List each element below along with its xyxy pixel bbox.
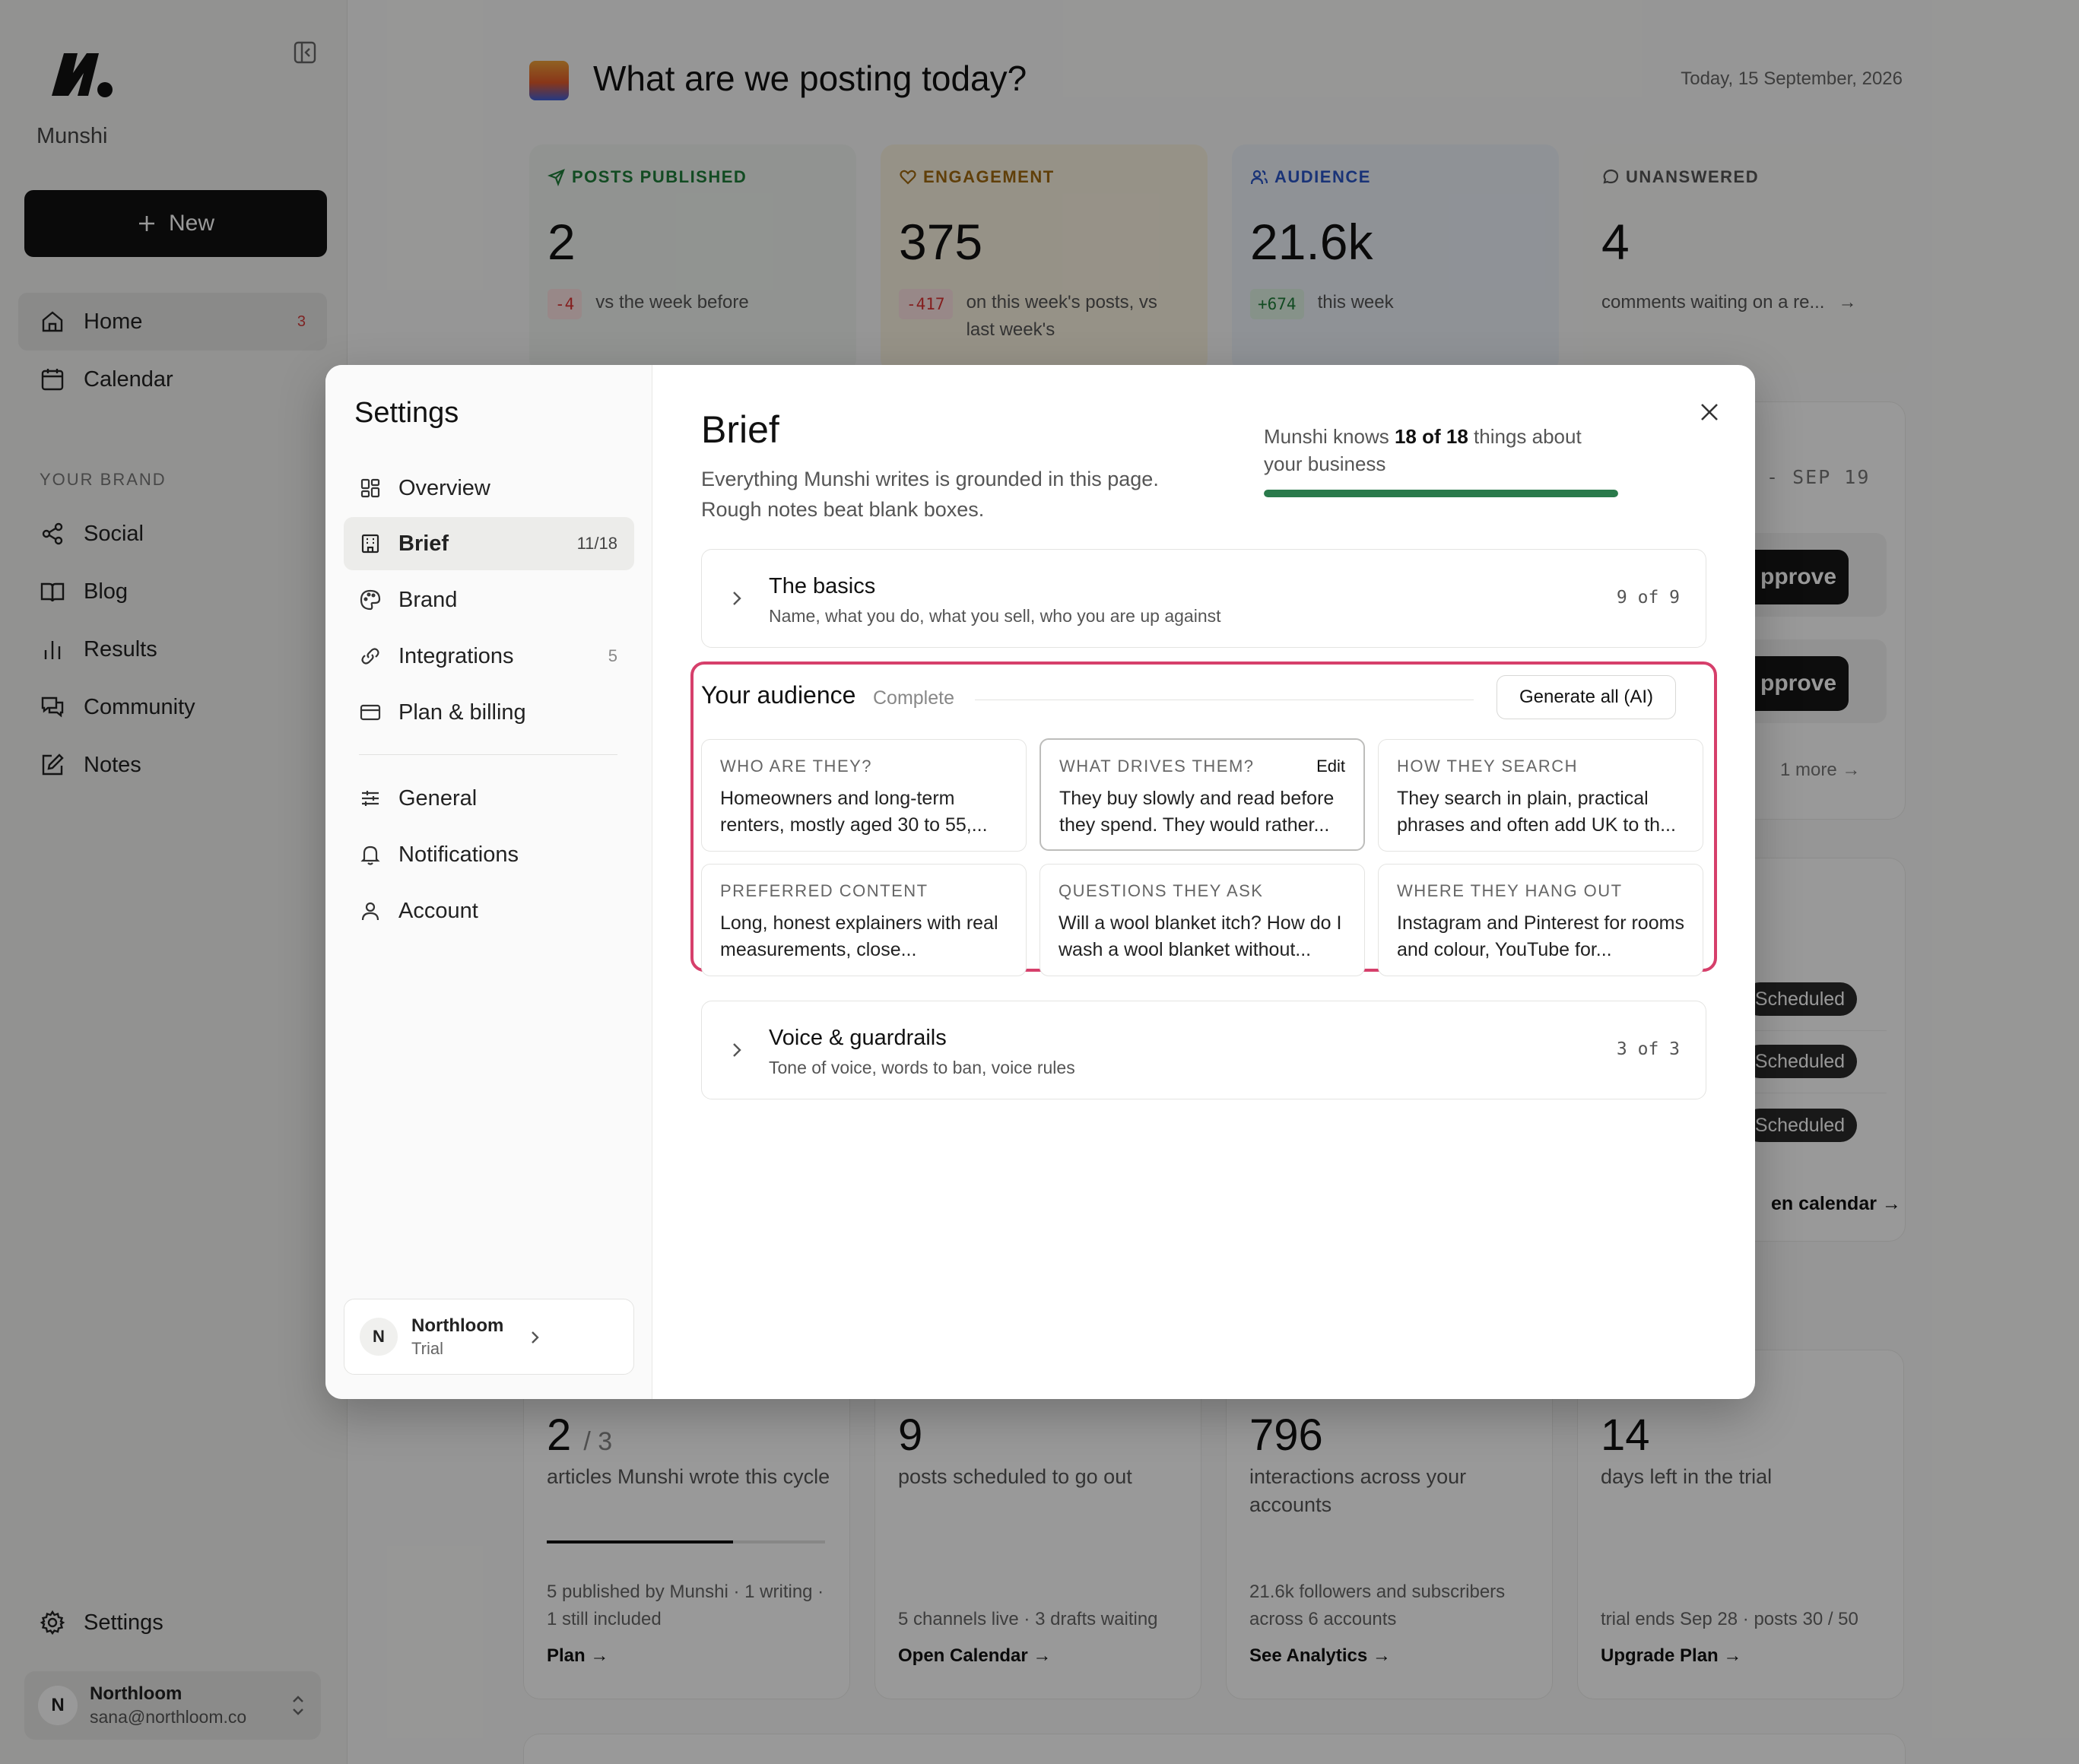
settings-sidebar: Settings Overview Brief 11/18 Brand Inte… (325, 365, 652, 1399)
settings-nav-label: Integrations (398, 643, 514, 668)
section-desc: Name, what you do, what you sell, who yo… (769, 606, 1221, 626)
workspace-switcher[interactable]: N Northloom Trial (344, 1299, 634, 1375)
field-preferred-content[interactable]: PREFERRED CONTENT Long, honest explainer… (701, 864, 1027, 976)
user-icon (361, 902, 379, 921)
settings-nav-plan-billing[interactable]: Plan & billing (344, 686, 634, 739)
section-title: The basics (769, 574, 876, 598)
settings-nav-integrations[interactable]: Integrations 5 (344, 630, 634, 683)
brief-progress-bar (1264, 490, 1618, 497)
field-label: HOW THEY SEARCH (1397, 757, 1579, 776)
field-value: Long, honest explainers with real measur… (720, 912, 998, 960)
sliders-icon (362, 791, 379, 806)
settings-nav-label: Overview (398, 475, 490, 500)
field-label: PREFERRED CONTENT (720, 881, 928, 900)
field-how-they-search[interactable]: HOW THEY SEARCH They search in plain, pr… (1378, 739, 1703, 852)
integrations-count: 5 (608, 646, 617, 665)
field-questions-they-ask[interactable]: QUESTIONS THEY ASK Will a wool blanket i… (1040, 864, 1365, 976)
brief-title: Brief (701, 408, 779, 451)
workspace-name: Northloom (411, 1315, 504, 1336)
settings-nav-account[interactable]: Account (344, 884, 634, 938)
settings-nav-general[interactable]: General (344, 772, 634, 825)
credit-card-icon (360, 704, 381, 721)
settings-nav-brand[interactable]: Brand (344, 573, 634, 627)
settings-nav-notifications[interactable]: Notifications (344, 828, 634, 881)
chevron-right-icon (532, 1331, 539, 1344)
bell-icon (360, 846, 380, 865)
settings-nav-label: General (398, 785, 478, 811)
edit-button[interactable]: Edit (1316, 757, 1345, 776)
palette-icon (360, 589, 381, 611)
field-label: WHO ARE THEY? (720, 757, 873, 776)
field-what-drives-them[interactable]: WHAT DRIVES THEM? Edit They buy slowly a… (1040, 738, 1365, 851)
settings-nav-label: Plan & billing (398, 700, 526, 725)
field-label: QUESTIONS THEY ASK (1059, 881, 1264, 900)
generate-all-button[interactable]: Generate all (AI) (1497, 675, 1676, 719)
divider (359, 754, 617, 755)
settings-nav-overview[interactable]: Overview (344, 462, 634, 515)
grid-icon (360, 478, 380, 498)
settings-nav-brief[interactable]: Brief 11/18 (344, 517, 634, 570)
field-value: Instagram and Pinterest for rooms and co… (1397, 912, 1684, 960)
section-title: Your audience (701, 681, 856, 709)
settings-nav-label: Notifications (398, 842, 519, 867)
close-icon (1701, 404, 1718, 420)
field-where-they-hang-out[interactable]: WHERE THEY HANG OUT Instagram and Pinter… (1378, 864, 1703, 976)
field-label: WHERE THEY HANG OUT (1397, 881, 1623, 900)
workspace-plan: Trial (411, 1338, 443, 1358)
field-value: They buy slowly and read before they spe… (1059, 788, 1335, 836)
brief-progress-count: 11/18 (576, 534, 617, 553)
field-value: They search in plain, practical phrases … (1397, 788, 1676, 836)
chevron-right-icon (733, 1043, 741, 1057)
workspace-avatar: N (360, 1318, 398, 1356)
section-voice-guardrails[interactable]: Voice & guardrails Tone of voice, words … (701, 1001, 1706, 1099)
section-count: 9 of 9 (1616, 588, 1680, 608)
field-label: WHAT DRIVES THEM? (1059, 757, 1255, 776)
settings-nav-label: Brief (398, 531, 449, 556)
brief-progress-text: Munshi knows 18 of 18 things about your … (1264, 425, 1582, 475)
building-icon (361, 534, 379, 554)
section-count: 3 of 3 (1616, 1039, 1680, 1059)
section-the-basics[interactable]: The basics Name, what you do, what you s… (701, 549, 1706, 648)
settings-modal: Settings Overview Brief 11/18 Brand Inte… (325, 365, 1755, 1399)
brief-panel: Brief Everything Munshi writes is ground… (652, 365, 1755, 1399)
settings-title: Settings (354, 397, 459, 429)
section-your-audience: Your audience Complete Generate all (AI)… (690, 662, 1717, 976)
settings-nav-label: Brand (398, 587, 458, 612)
link-icon (361, 648, 379, 665)
field-value: Homeowners and long-term renters, mostly… (720, 788, 988, 836)
chevron-right-icon (733, 592, 741, 605)
settings-nav-label: Account (398, 898, 478, 923)
section-status: Complete (873, 687, 954, 709)
section-title: Voice & guardrails (769, 1026, 947, 1050)
section-desc: Tone of voice, words to ban, voice rules (769, 1058, 1075, 1077)
field-who-are-they[interactable]: WHO ARE THEY? Homeowners and long-term r… (701, 739, 1027, 852)
brief-subtitle: Everything Munshi writes is grounded in … (701, 468, 1159, 521)
field-value: Will a wool blanket itch? How do I wash … (1059, 912, 1342, 960)
close-modal-button[interactable] (1694, 397, 1725, 427)
